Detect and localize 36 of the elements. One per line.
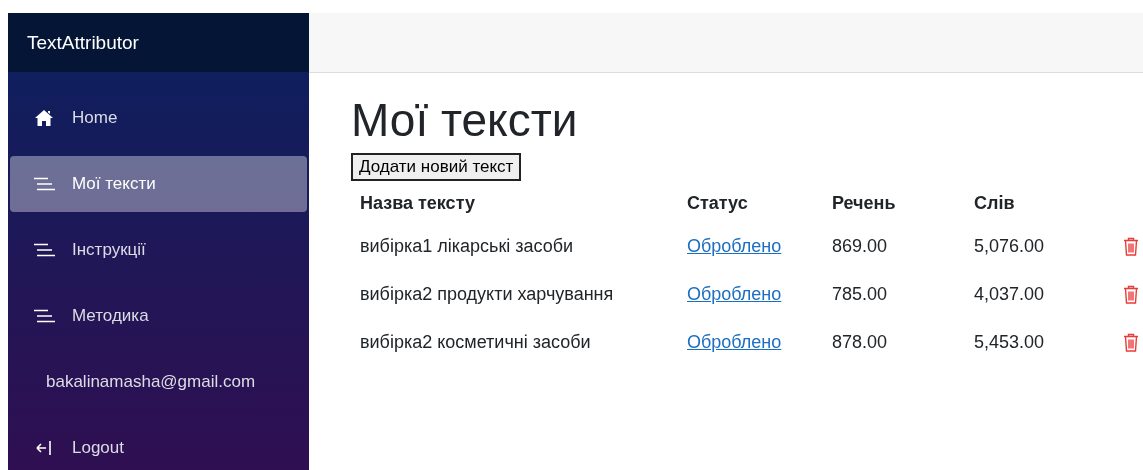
logout-icon: [35, 439, 53, 457]
column-header: Статус: [686, 192, 749, 216]
trash-icon: [1123, 284, 1139, 304]
delete-button[interactable]: [1123, 284, 1139, 304]
delete-button[interactable]: [1123, 236, 1139, 256]
status-link[interactable]: Оброблено: [687, 331, 782, 352]
table-cell-text: 878.00: [831, 330, 889, 354]
menu-icon: [33, 243, 55, 257]
table-cell-text: 785.00: [831, 282, 889, 306]
page-title: Мої тексти: [351, 93, 578, 148]
table-cell-text: вибірка2 продукти харчування: [359, 282, 615, 306]
column-header: Слів: [973, 192, 1016, 216]
delete-button[interactable]: [1123, 332, 1139, 352]
home-icon: [34, 109, 54, 127]
sidebar-item[interactable]: Мої тексти: [10, 156, 307, 212]
column-header: Речень: [831, 192, 897, 216]
trash-icon: [1123, 236, 1139, 256]
add-text-button[interactable]: Додати новий текст: [351, 153, 522, 182]
table-cell-text: 5,453.00: [973, 330, 1046, 354]
menu-icon: [33, 177, 55, 191]
app-brand[interactable]: TextAttributor: [8, 13, 309, 72]
table-cell-text: вибірка2 косметичні засоби: [359, 330, 592, 354]
status-link[interactable]: Оброблено: [687, 235, 782, 256]
table-cell-text: 869.00: [831, 234, 889, 258]
table-cell-text: 5,076.00: [973, 234, 1046, 258]
status-link[interactable]: Оброблено: [687, 283, 782, 304]
table-cell-text: вибірка1 лікарські засоби: [359, 234, 575, 258]
column-header: Назва тексту: [359, 192, 476, 216]
menu-icon: [33, 309, 55, 323]
sidebar-item[interactable]: Home: [10, 90, 307, 146]
table-cell-text: 4,037.00: [973, 282, 1046, 306]
sidebar-item[interactable]: Logout: [10, 420, 307, 470]
trash-icon: [1123, 332, 1139, 352]
sidebar-item[interactable]: Інструкції: [10, 222, 307, 278]
user-email[interactable]: bakalinamasha@gmail.com: [10, 354, 307, 410]
sidebar-item[interactable]: Методика: [10, 288, 307, 344]
